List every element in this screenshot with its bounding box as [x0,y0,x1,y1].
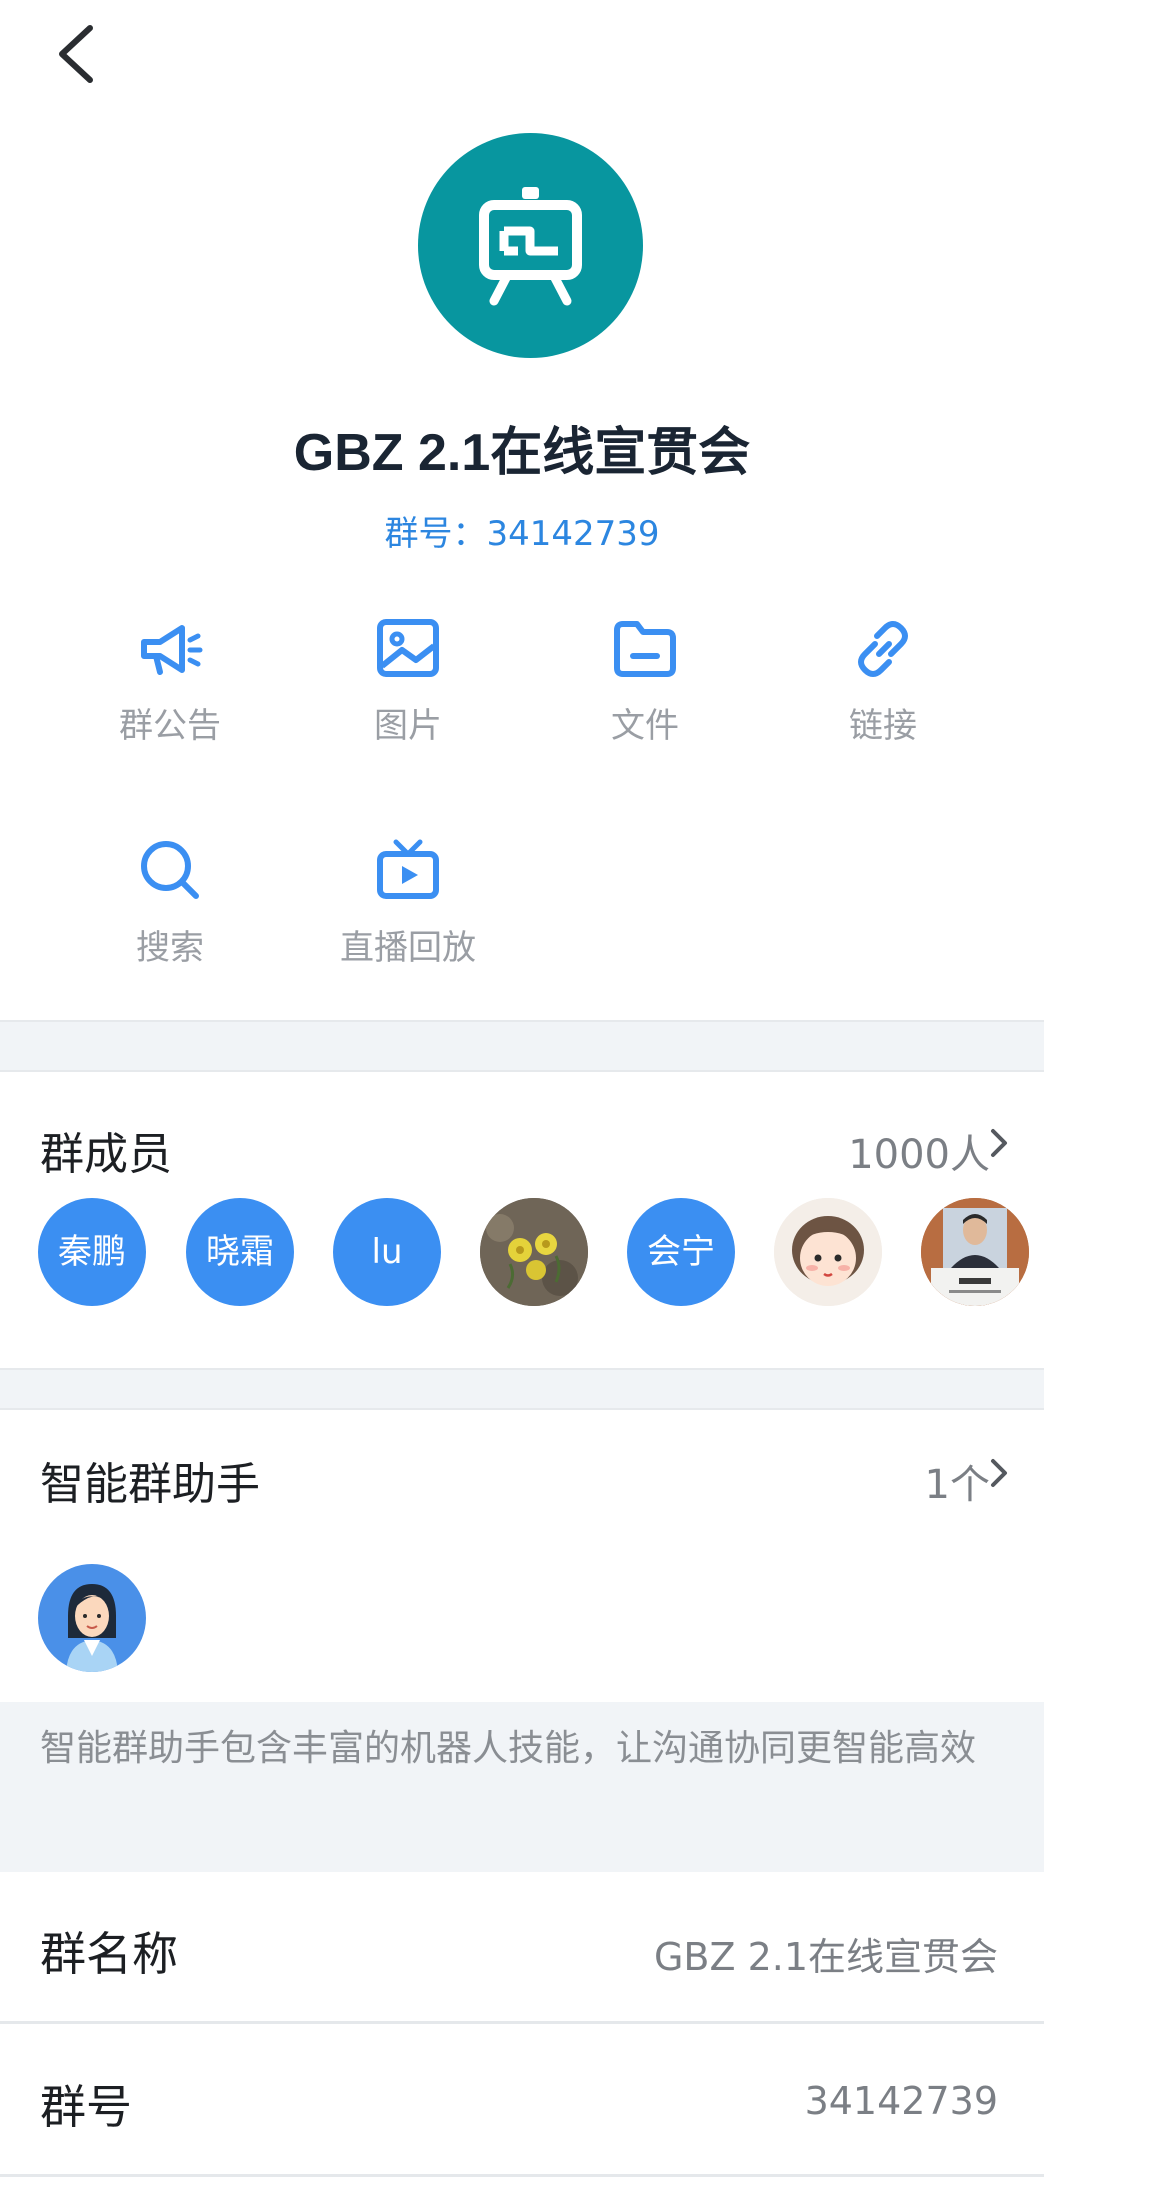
row-divider [0,2174,1044,2177]
members-title: 群成员 [40,1129,172,1180]
images-label: 图片 [374,706,442,746]
section-divider [0,1368,1044,1410]
chevron-left-icon [59,25,93,83]
members-header[interactable]: 群成员 1000人 [0,1070,1044,1180]
assistant-count: 1个 [924,1462,990,1508]
members-count: 1000人 [848,1132,990,1178]
folder-icon [614,621,676,677]
member-avatar[interactable]: 晓霜 [186,1198,294,1306]
assistant-title: 智能群助手 [40,1459,260,1510]
group-id-label: 群号：34142739 [384,514,660,554]
group-name-value: GBZ 2.1在线宣贯会 [653,1935,998,1979]
assistant-description-box: 智能群助手包含丰富的机器人技能，让沟通协同更智能高效 [0,1702,1044,1872]
links-label: 链接 [849,706,917,746]
live-replay-button[interactable]: 直播回放 [288,830,528,969]
tv-play-icon [377,839,439,899]
search-button[interactable]: 搜索 [50,830,290,969]
assistant-robot-avatar-icon [38,1564,146,1672]
member-name: 晓霜 [206,1232,274,1272]
member-avatar-photo[interactable] [480,1198,588,1306]
group-id-row-value: 34142739 [804,2079,998,2123]
announcement-button[interactable]: 群公告 [50,608,290,747]
search-icon [141,841,199,899]
chevron-right-icon [991,1459,1007,1487]
group-id-row-label: 群号 [40,2080,132,2134]
links-button[interactable]: 链接 [763,608,1003,747]
back-button[interactable] [52,22,102,86]
search-label: 搜索 [136,928,204,968]
member-avatar-photo[interactable] [921,1198,1029,1306]
megaphone-icon [141,625,203,675]
link-icon [858,621,908,677]
member-avatar[interactable]: 秦鹏 [38,1198,146,1306]
group-avatar [418,133,643,358]
group-id-row[interactable]: 群号 34142739 [0,2027,1044,2177]
person-photo-icon [921,1198,1029,1306]
files-label: 文件 [611,706,679,746]
member-avatar-cartoon[interactable] [774,1198,882,1306]
flower-photo-icon [480,1198,588,1306]
member-name: 秦鹏 [58,1232,126,1272]
assistant-avatar[interactable] [38,1564,146,1672]
member-avatar[interactable]: 会宁 [627,1198,735,1306]
chevron-right-icon [991,1129,1007,1157]
image-icon [377,619,439,677]
member-name: 会宁 [647,1232,715,1272]
easel-presentation-icon [479,187,582,306]
group-name-row[interactable]: 群名称 GBZ 2.1在线宣贯会 [0,1874,1044,2024]
announcement-label: 群公告 [119,706,221,746]
row-divider [0,2021,1044,2024]
files-button[interactable]: 文件 [525,608,765,747]
assistant-header[interactable]: 智能群助手 1个 [0,1408,1044,1510]
cartoon-girl-icon [774,1198,882,1306]
images-button[interactable]: 图片 [288,608,528,747]
section-divider [0,1020,1044,1072]
group-title: GBZ 2.1在线宣贯会 [293,424,751,482]
member-name: lu [371,1232,403,1272]
live-replay-label: 直播回放 [340,928,476,968]
assistant-description: 智能群助手包含丰富的机器人技能，让沟通协同更智能高效 [40,1728,977,1769]
group-name-label: 群名称 [40,1927,178,1981]
member-avatar[interactable]: lu [333,1198,441,1306]
